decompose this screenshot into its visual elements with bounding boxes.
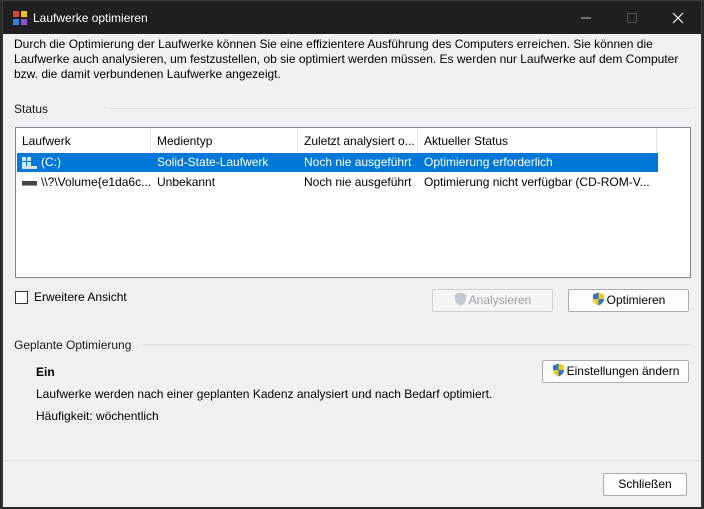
media-type: Solid-State-Laufwerk: [157, 155, 269, 169]
current-status: Optimierung nicht verfügbar (CD-ROM-V...: [424, 175, 650, 189]
maximize-button[interactable]: [609, 1, 655, 34]
media-type: Unbekannt: [157, 175, 216, 189]
minimize-icon: [581, 17, 591, 19]
uac-shield-icon: [454, 292, 466, 306]
schedule-description: Laufwerke werden nach einer geplanten Ka…: [36, 387, 493, 401]
advanced-view-label: Erweitere Ansicht: [34, 290, 127, 304]
scheduled-divider: [143, 344, 691, 345]
drive-name: (C:): [41, 155, 61, 169]
last-analyzed: Noch nie ausgeführt: [304, 175, 412, 189]
column-header-last-analyzed[interactable]: Zuletzt analysiert o...: [298, 128, 418, 152]
status-section-label: Status: [14, 102, 49, 116]
optimize-button[interactable]: Optimieren: [568, 289, 689, 312]
close-icon: [672, 12, 684, 24]
scheduled-section-label: Geplante Optimierung: [14, 338, 132, 352]
drives-list-header: Laufwerk Medientyp Zuletzt analysiert o.…: [16, 128, 657, 152]
table-row[interactable]: \\?\Volume{e1da6c... Unbekannt Noch nie …: [17, 173, 658, 192]
column-header-current-status[interactable]: Aktueller Status: [418, 128, 657, 152]
close-button[interactable]: Schließen: [603, 473, 687, 496]
analyze-button[interactable]: Analysieren: [432, 289, 553, 312]
column-header-media-type[interactable]: Medientyp: [151, 128, 298, 152]
last-analyzed: Noch nie ausgeführt: [304, 155, 412, 169]
title-bar[interactable]: Laufwerke optimieren: [3, 1, 701, 34]
change-settings-button[interactable]: Einstellungen ändern: [542, 360, 689, 383]
optimize-label: Optimieren: [606, 293, 666, 307]
schedule-state: Ein: [36, 365, 55, 379]
optimize-drives-window: Laufwerke optimieren Durch die Optimieru…: [2, 0, 702, 507]
description-text: Durch die Optimierung der Laufwerke könn…: [14, 37, 679, 81]
maximize-icon: [627, 13, 637, 23]
current-status: Optimierung erforderlich: [424, 155, 553, 169]
change-settings-label: Einstellungen ändern: [566, 364, 680, 378]
uac-shield-icon: [592, 292, 604, 306]
footer-bar: Schließen: [3, 460, 701, 507]
table-row[interactable]: (C:) Solid-State-Laufwerk Noch nie ausge…: [17, 153, 658, 172]
window-title: Laufwerke optimieren: [33, 11, 148, 25]
checkbox-box[interactable]: [15, 291, 28, 304]
defrag-app-icon: [13, 11, 27, 25]
analyze-label: Analysieren: [468, 293, 532, 307]
minimize-button[interactable]: [563, 1, 609, 34]
schedule-frequency: Häufigkeit: wöchentlich: [36, 409, 159, 423]
drives-list[interactable]: Laufwerk Medientyp Zuletzt analysiert o.…: [15, 127, 691, 278]
column-header-drive[interactable]: Laufwerk: [16, 128, 151, 152]
status-divider: [109, 108, 691, 109]
close-window-button[interactable]: [655, 1, 701, 34]
uac-shield-icon: [552, 363, 564, 377]
drive-name: \\?\Volume{e1da6c...: [41, 175, 152, 189]
